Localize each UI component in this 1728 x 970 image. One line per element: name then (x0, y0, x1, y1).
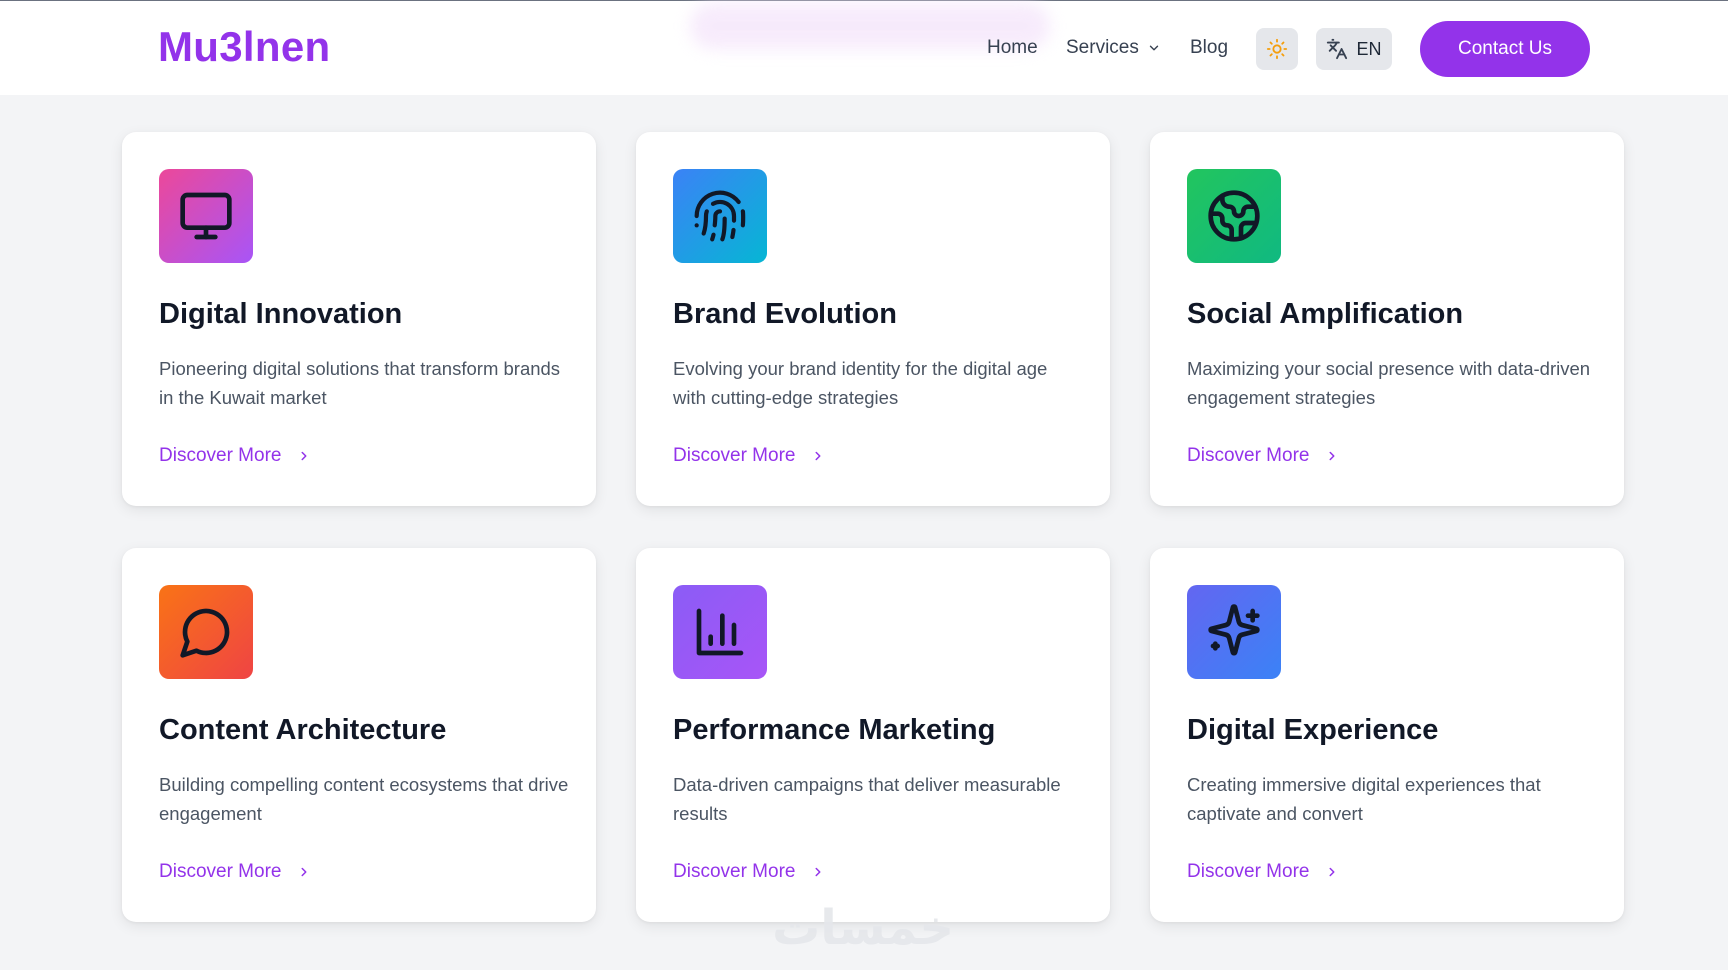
card-title: Social Amplification (1187, 298, 1464, 330)
discover-more-link[interactable]: Discover More (159, 445, 311, 467)
sun-icon (1266, 38, 1288, 60)
card-title: Brand Evolution (673, 298, 897, 330)
service-icon-box (673, 169, 767, 263)
discover-more-label: Discover More (159, 445, 282, 466)
nav-services[interactable]: Services (1066, 37, 1161, 59)
service-icon-box (1187, 169, 1281, 263)
card-description: Maximizing your social presence with dat… (1187, 358, 1591, 408)
discover-more-label: Discover More (673, 445, 796, 466)
card-description: Creating immersive digital experiences t… (1187, 774, 1541, 824)
nav-services-label: Services (1066, 37, 1139, 58)
card-title: Digital Innovation (159, 298, 403, 330)
discover-more-link[interactable]: Discover More (1187, 445, 1339, 467)
card-title: Digital Experience (1187, 714, 1439, 746)
site-header: Mu3lnen Home Services Blog EN Contact Us (0, 1, 1728, 95)
discover-more-link[interactable]: Discover More (673, 861, 825, 883)
discover-more-label: Discover More (159, 861, 282, 882)
sparkles-icon (1208, 604, 1260, 656)
card-description: Pioneering digital solutions that transf… (159, 358, 561, 408)
nav-blog[interactable]: Blog (1190, 37, 1228, 59)
language-switch-button[interactable]: EN (1316, 28, 1392, 70)
discover-more-link[interactable]: Discover More (159, 861, 311, 883)
site-logo[interactable]: Mu3lnen (158, 23, 330, 71)
watermark-logo: خمسات (772, 900, 954, 956)
service-card-content-architecture: Content Architecture Building compelling… (122, 548, 596, 922)
chevron-right-icon (301, 451, 307, 461)
chevron-right-icon (815, 867, 821, 877)
service-icon-box (159, 169, 253, 263)
discover-more-label: Discover More (673, 861, 796, 882)
globe-icon (1208, 190, 1260, 242)
monitor-icon (180, 192, 232, 240)
theme-toggle-button[interactable] (1256, 28, 1298, 70)
discover-more-link[interactable]: Discover More (673, 445, 825, 467)
service-icon-box (1187, 585, 1281, 679)
discover-more-label: Discover More (1187, 861, 1310, 882)
discover-more-link[interactable]: Discover More (1187, 861, 1339, 883)
fingerprint-icon (694, 190, 746, 242)
bar-chart-icon (696, 608, 744, 656)
language-label: EN (1356, 38, 1382, 59)
nav-home[interactable]: Home (987, 37, 1038, 59)
service-card-brand-evolution: Brand Evolution Evolving your brand iden… (636, 132, 1110, 506)
service-card-social-amplification: Social Amplification Maximizing your soc… (1150, 132, 1624, 506)
card-description: Evolving your brand identity for the dig… (673, 358, 1048, 408)
contact-us-button[interactable]: Contact Us (1420, 21, 1590, 77)
service-card-performance-marketing: Performance Marketing Data-driven campai… (636, 548, 1110, 922)
card-description: Building compelling content ecosystems t… (159, 774, 569, 824)
service-card-digital-experience: Digital Experience Creating immersive di… (1150, 548, 1624, 922)
card-title: Content Architecture (159, 714, 447, 746)
service-card-digital-innovation: Digital Innovation Pioneering digital so… (122, 132, 596, 506)
chevron-down-icon (1149, 45, 1159, 51)
chevron-right-icon (815, 451, 821, 461)
chevron-right-icon (301, 867, 307, 877)
service-icon-box (159, 585, 253, 679)
chevron-right-icon (1329, 451, 1335, 461)
chevron-right-icon (1329, 867, 1335, 877)
service-icon-box (673, 585, 767, 679)
card-title: Performance Marketing (673, 714, 996, 746)
translate-icon (1327, 38, 1348, 60)
discover-more-label: Discover More (1187, 445, 1310, 466)
card-description: Data-driven campaigns that deliver measu… (673, 774, 1061, 824)
message-circle-icon (180, 608, 230, 658)
